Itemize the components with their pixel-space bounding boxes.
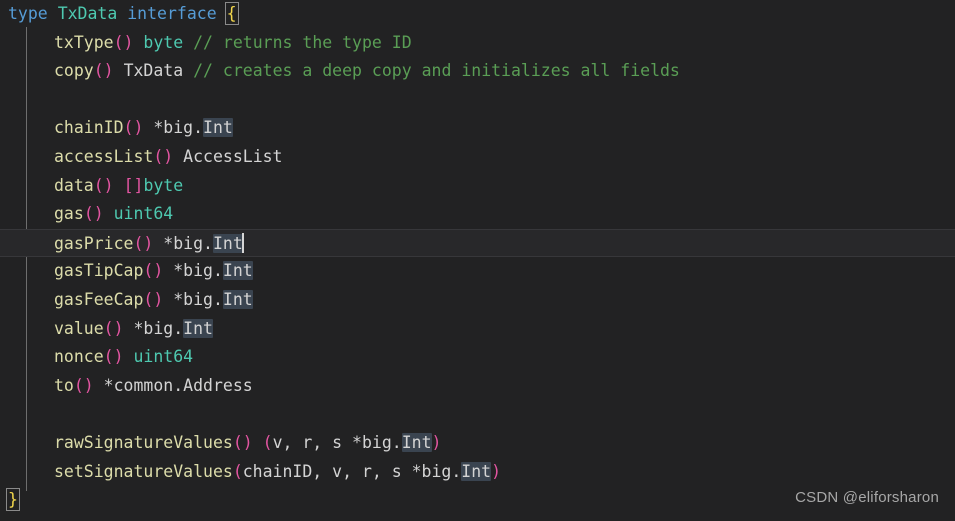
return-type-accesslist: AccessList [183, 146, 283, 166]
method-gasprice: gasPrice [54, 233, 134, 253]
type-uint64: uint64 [113, 204, 174, 224]
type-big-prefix: *big. [153, 233, 213, 253]
code-line-2[interactable]: txType() byte // returns the type ID [0, 29, 955, 58]
code-line-13[interactable]: nonce() uint64 [0, 343, 955, 372]
code-line-14[interactable]: to() *common.Address [0, 372, 955, 401]
keyword-interface: interface [127, 4, 217, 23]
return-type-common-address: *common.Address [93, 375, 253, 395]
parens: () [93, 61, 114, 81]
code-line-8[interactable]: gas() uint64 [0, 200, 955, 229]
comment-txtype: // returns the type ID [193, 32, 412, 52]
method-gas: gas [54, 204, 84, 224]
code-line-1[interactable]: type TxData interface { [0, 0, 955, 29]
method-nonce: nonce [54, 347, 104, 367]
code-line-9-current[interactable]: gasPrice() *big.Int [0, 228, 955, 258]
method-data: data [54, 175, 94, 195]
occurrence-highlight-int: Int [183, 318, 213, 338]
code-line-10[interactable]: gasTipCap() *big.Int [0, 257, 955, 286]
method-value: value [54, 318, 104, 338]
method-accesslist: accessList [54, 146, 154, 166]
parens: () [123, 118, 144, 138]
parens: () [143, 261, 164, 281]
method-rawsignaturevalues: rawSignatureValues [54, 432, 233, 452]
code-line-17[interactable]: setSignatureValues(chainID, v, r, s *big… [0, 458, 955, 487]
parens: () [103, 318, 124, 338]
open-brace: { [224, 2, 239, 25]
method-setsignaturevalues: setSignatureValues [54, 461, 233, 481]
parens: () [143, 289, 164, 309]
code-line-4-blank[interactable] [0, 86, 955, 115]
code-line-15-blank[interactable] [0, 400, 955, 429]
type-big-prefix: *big. [163, 289, 223, 309]
type-big-prefix: *big. [163, 261, 223, 281]
parens: () [113, 32, 134, 52]
parens: () [83, 204, 104, 224]
method-chainid: chainID [54, 118, 124, 138]
occurrence-highlight-int: Int [222, 289, 253, 309]
type-uint64: uint64 [133, 347, 194, 367]
method-gasfeecap: gasFeeCap [54, 289, 144, 309]
method-to: to [54, 375, 74, 395]
slice-brackets: [] [123, 175, 144, 195]
close-paren-args: ) [491, 461, 502, 481]
close-brace: } [6, 488, 20, 512]
code-line-16[interactable]: rawSignatureValues() (v, r, s *big.Int) [0, 429, 955, 458]
type-big-prefix: *big. [143, 118, 204, 138]
code-line-7[interactable]: data() []byte [0, 172, 955, 201]
parens: () [153, 146, 174, 166]
code-editor[interactable]: type TxData interface { txType() byte //… [0, 0, 955, 521]
type-big-prefix: *big. [123, 318, 184, 338]
keyword-type: type [8, 4, 48, 23]
code-line-11[interactable]: gasFeeCap() *big.Int [0, 286, 955, 315]
method-txtype: txType [54, 32, 114, 52]
comment-copy: // creates a deep copy and initializes a… [193, 61, 680, 81]
code-line-5[interactable]: chainID() *big.Int [0, 114, 955, 143]
parens: () [93, 175, 114, 195]
occurrence-highlight-int: Int [401, 432, 432, 452]
type-byte: byte [143, 32, 184, 52]
open-paren-args: ( [232, 461, 243, 481]
parens: () [232, 432, 253, 452]
occurrence-highlight-int: Int [222, 261, 253, 281]
open-paren-returns: ( [252, 432, 273, 452]
code-line-12[interactable]: value() *big.Int [0, 315, 955, 344]
occurrence-highlight-int: Int [461, 461, 492, 481]
parens: () [73, 375, 94, 395]
parens: () [133, 233, 154, 253]
text-caret [241, 232, 244, 253]
code-lines-container: type TxData interface { txType() byte //… [0, 0, 955, 515]
arg-params: chainID, v, r, s *big. [242, 461, 462, 481]
code-line-6[interactable]: accessList() AccessList [0, 143, 955, 172]
method-gastipcap: gasTipCap [54, 261, 144, 281]
code-line-3[interactable]: copy() TxData // creates a deep copy and… [0, 57, 955, 86]
method-copy: copy [54, 61, 94, 81]
occurrence-highlight-int: Int [212, 233, 243, 253]
close-paren-returns: ) [431, 432, 442, 452]
return-type-txdata: TxData [123, 61, 184, 81]
occurrence-highlight-int: Int [203, 118, 233, 138]
watermark: CSDN @eliforsharon [795, 489, 939, 507]
type-byte: byte [143, 175, 184, 195]
type-name-txdata: TxData [57, 4, 118, 23]
parens: () [103, 347, 124, 367]
return-params: v, r, s *big. [272, 432, 402, 452]
